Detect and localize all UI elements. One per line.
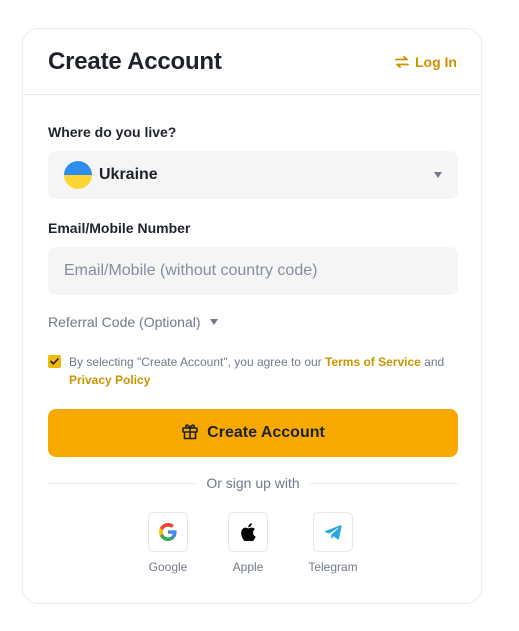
terms-of-service-link[interactable]: Terms of Service (325, 355, 421, 369)
telegram-icon-box (313, 512, 353, 552)
telegram-signup-button[interactable]: Telegram (303, 512, 363, 574)
referral-code-label: Referral Code (Optional) (48, 314, 201, 330)
or-divider: Or sign up with (48, 475, 458, 491)
terms-text: By selecting "Create Account", you agree… (69, 353, 444, 389)
create-account-card: Create Account Log In Where do you live?… (22, 28, 482, 604)
apple-icon-box (228, 512, 268, 552)
privacy-policy-link[interactable]: Privacy Policy (69, 373, 150, 387)
google-icon (159, 523, 177, 541)
divider-line-right (309, 482, 458, 484)
gift-icon (181, 422, 199, 445)
login-link[interactable]: Log In (395, 54, 457, 70)
terms-prefix: By selecting "Create Account", you agree… (69, 355, 325, 369)
telegram-label: Telegram (308, 560, 358, 574)
login-link-label: Log In (415, 53, 457, 70)
create-account-button-label: Create Account (207, 424, 325, 441)
country-select[interactable]: Ukraine (48, 151, 458, 199)
terms-checkbox[interactable] (48, 355, 61, 368)
referral-code-toggle[interactable]: Referral Code (Optional) (48, 314, 218, 330)
terms-and: and (420, 355, 445, 369)
swap-icon (395, 55, 409, 68)
email-label: Email/Mobile Number (48, 220, 191, 236)
google-icon-box (148, 512, 188, 552)
email-field-wrapper (48, 247, 458, 295)
divider-line-left (48, 482, 197, 484)
telegram-icon (324, 525, 342, 540)
chevron-down-icon (434, 172, 442, 178)
country-select-value: Ukraine (99, 166, 158, 183)
terms-agreement: By selecting "Create Account", you agree… (48, 353, 458, 389)
google-label: Google (148, 560, 188, 574)
divider-label: Or sign up with (206, 475, 300, 491)
page-title: Create Account (48, 47, 222, 75)
google-signup-button[interactable]: Google (138, 512, 198, 574)
apple-label: Apple (232, 560, 264, 574)
apple-signup-button[interactable]: Apple (218, 512, 278, 574)
email-field[interactable] (48, 247, 458, 295)
create-account-button[interactable]: Create Account (48, 409, 458, 457)
card-header: Create Account Log In (23, 29, 481, 95)
apple-icon (241, 523, 256, 541)
country-label: Where do you live? (48, 124, 177, 140)
ukraine-flag-icon (64, 161, 92, 189)
checkmark-icon (50, 358, 59, 365)
caret-down-icon (209, 319, 218, 325)
